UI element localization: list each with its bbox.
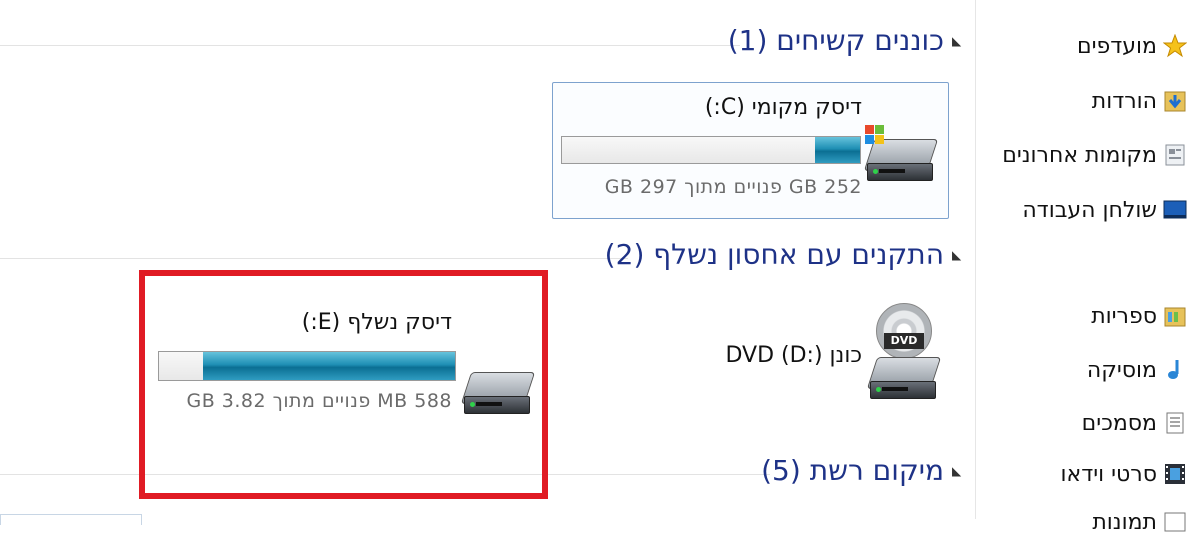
navigation-pane: מועדפים הורדות מקומות אחרונים שולחן העבו… bbox=[975, 0, 1194, 535]
nav-item-label: מועדפים bbox=[1077, 33, 1157, 59]
drive-tile-d[interactable]: DVD כונן DVD (D:) bbox=[720, 295, 950, 420]
nav-item-pictures[interactable]: תמונות bbox=[1092, 504, 1187, 540]
downloads-icon bbox=[1163, 89, 1187, 113]
nav-item-label: מוסיקה bbox=[1086, 357, 1157, 383]
drive-usage-bar bbox=[561, 136, 861, 164]
group-title: מיקום רשת (5) bbox=[761, 454, 944, 487]
collapse-triangle-icon[interactable]: ◣ bbox=[952, 248, 962, 262]
music-icon bbox=[1163, 358, 1187, 382]
drive-title: דיסק מקומי (C:) bbox=[704, 95, 862, 120]
group-header-hard-disks[interactable]: ◣ כוננים קשיחים (1) bbox=[728, 24, 962, 57]
star-icon bbox=[1162, 33, 1188, 58]
selection-highlight-box bbox=[139, 270, 548, 499]
nav-item-label: סרטי וידאו bbox=[1060, 461, 1158, 487]
nav-item-desktop[interactable]: שולחן העבודה bbox=[1022, 192, 1187, 228]
nav-item-downloads[interactable]: הורדות bbox=[1092, 83, 1187, 119]
libraries-icon bbox=[1163, 304, 1187, 328]
nav-item-favorites[interactable]: מועדפים bbox=[1077, 28, 1188, 64]
bottom-edge-element bbox=[0, 514, 142, 525]
nav-item-label: הורדות bbox=[1091, 88, 1157, 114]
nav-item-libraries[interactable]: ספריות bbox=[1091, 298, 1187, 334]
nav-item-music[interactable]: מוסיקה bbox=[1087, 352, 1187, 388]
recent-places-icon bbox=[1163, 143, 1187, 167]
group-title: כוננים קשיחים (1) bbox=[727, 24, 944, 57]
nav-item-recent-places[interactable]: מקומות אחרונים bbox=[1002, 137, 1187, 173]
desktop-icon bbox=[1163, 198, 1187, 222]
group-divider bbox=[0, 45, 740, 46]
videos-icon bbox=[1163, 462, 1187, 486]
nav-item-label: מסמכים bbox=[1081, 410, 1157, 436]
nav-item-label: ספריות bbox=[1091, 303, 1157, 329]
nav-item-label: תמונות bbox=[1092, 509, 1157, 535]
drive-free-space: 252 GB פנויים מתוך 297 GB bbox=[604, 176, 862, 198]
collapse-triangle-icon[interactable]: ◣ bbox=[952, 34, 962, 48]
nav-item-label: שולחן העבודה bbox=[1022, 197, 1157, 223]
windows-logo-icon bbox=[865, 125, 885, 145]
group-header-network[interactable]: ◣ מיקום רשת (5) bbox=[761, 454, 962, 487]
pictures-icon bbox=[1163, 510, 1187, 534]
documents-icon bbox=[1163, 411, 1187, 435]
nav-item-videos[interactable]: סרטי וידאו bbox=[1061, 456, 1188, 492]
dvd-drive-icon: DVD bbox=[866, 303, 942, 403]
group-title: התקנים עם אחסון נשלף (2) bbox=[604, 238, 944, 271]
nav-item-documents[interactable]: מסמכים bbox=[1082, 405, 1187, 441]
group-divider bbox=[0, 258, 628, 259]
drive-usage-fill bbox=[815, 137, 860, 163]
drive-title: כונן DVD (D:) bbox=[725, 343, 863, 368]
group-header-removable[interactable]: ◣ התקנים עם אחסון נשלף (2) bbox=[605, 238, 962, 271]
collapse-triangle-icon[interactable]: ◣ bbox=[952, 464, 962, 478]
nav-item-label: מקומות אחרונים bbox=[1002, 142, 1157, 168]
drive-tile-c[interactable]: דיסק מקומי (C:) 252 GB פנויים מתוך 297 G… bbox=[552, 82, 949, 219]
hard-drive-icon bbox=[863, 125, 939, 185]
